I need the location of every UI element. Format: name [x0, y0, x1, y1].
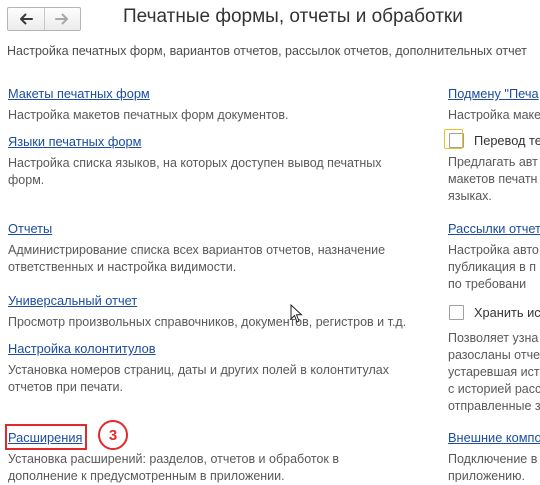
right-column: Подмену "Печа Настройка макетов Перевод … [440, 0, 540, 482]
link-headers-footers[interactable]: Настройка колонтитулов [8, 341, 156, 356]
description-headers-footers: Установка номеров страниц, даты и других… [8, 363, 389, 394]
description-print-layouts: Настройка макетов печатных форм документ… [8, 108, 289, 122]
description-reports: Администрирование списка всех вариантов … [8, 243, 386, 274]
page-title: Печатные формы, отчеты и обработки [123, 6, 463, 27]
description-print-languages: Настройка списка языков, на которых дост… [8, 156, 382, 187]
description-report-mailings: Настройка авто публикация в п по требова… [448, 243, 539, 291]
forward-button[interactable] [43, 8, 81, 30]
history-checkbox-label: Хранить ист [474, 305, 540, 320]
link-report-mailings[interactable]: Рассылки отчет [448, 221, 540, 236]
description-translate: Предлагать авт макетов печатн языках. [448, 155, 538, 203]
link-universal-report[interactable]: Универсальный отчет [8, 293, 137, 308]
link-print-languages[interactable]: Языки печатных форм [8, 134, 141, 149]
checkbox-focus-highlight [444, 129, 463, 149]
link-reports[interactable]: Отчеты [8, 221, 52, 236]
description-replace-print: Настройка макетов [448, 108, 540, 122]
description-history: Позволяет узна разосланы отче устаревшая… [448, 331, 540, 413]
arrow-left-icon [19, 13, 33, 25]
description-external-components: Подключение в приложению. [448, 452, 538, 482]
navigation-buttons [7, 7, 81, 31]
link-replace-print[interactable]: Подмену "Печа [448, 86, 539, 101]
description-extensions: Установка расширений: разделов, отчетов … [8, 452, 339, 483]
mouse-pointer-icon [290, 304, 303, 323]
link-external-components[interactable]: Внешние компо [448, 430, 540, 445]
arrow-right-icon [55, 13, 69, 25]
annotation-highlight-box [5, 424, 87, 450]
back-button[interactable] [8, 8, 44, 30]
description-universal-report: Просмотр произвольных справочников, доку… [8, 315, 407, 329]
link-print-layouts[interactable]: Макеты печатных форм [8, 86, 150, 101]
annotation-step-badge: 3 [98, 420, 128, 450]
history-checkbox[interactable] [449, 305, 464, 320]
translate-checkbox-label: Перевод те [474, 133, 540, 148]
